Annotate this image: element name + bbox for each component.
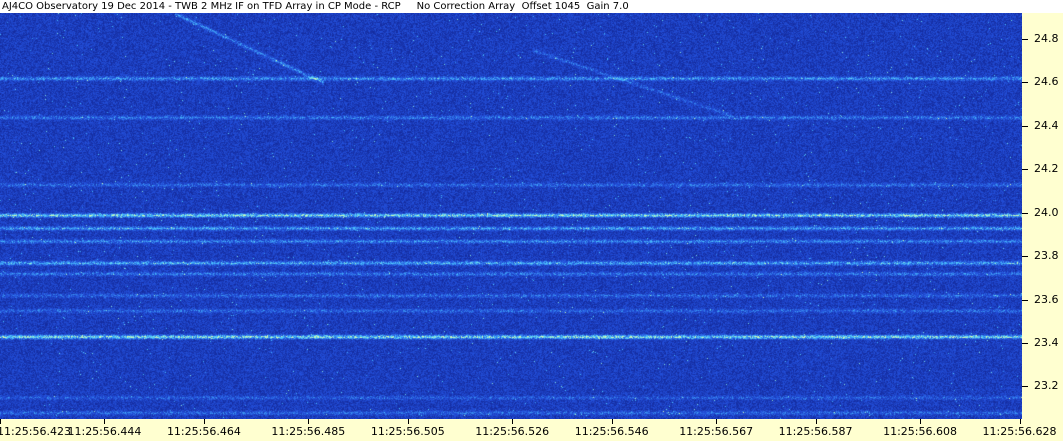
y-tick-label: 24.4 [1034,118,1059,132]
x-tick-mark [0,419,1,424]
y-tick-mark [1022,299,1028,301]
x-tick-label: 11:25:56.423 [0,425,71,438]
time-axis: 11:25:56.423 11:25:56.444 11:25:56.464 11:2… [0,419,1063,441]
x-tick-label: 11:25:56.608 [883,425,957,438]
x-tick-mark [1019,419,1021,424]
y-tick-mark [1022,386,1028,388]
y-tick-mark [1022,212,1028,214]
x-tick-mark [104,419,106,424]
x-tick-mark [920,419,922,424]
x-tick-label: 11:25:56.485 [271,425,346,438]
x-tick-label: 11:25:56.567 [679,425,754,438]
y-tick-mark [1022,343,1028,344]
y-tick-mark [1022,125,1028,127]
y-tick-label: 24.2 [1034,162,1059,176]
x-tick-label: 11:25:56.444 [67,425,142,438]
y-tick-mark [1022,39,1028,41]
y-tick-label: 23.6 [1034,292,1059,306]
x-tick-label: 11:25:56.526 [475,425,550,438]
x-tick-mark [611,419,613,424]
x-tick-mark [203,419,205,424]
plot-title-bar: AJ4CO Observatory 19 Dec 2014 - TWB 2 MH… [0,0,1063,13]
x-tick-label: 11:25:56.587 [778,425,853,438]
x-tick-label: 11:25:56.628 [982,425,1057,438]
x-tick-mark [308,419,310,424]
plot-title: AJ4CO Observatory 19 Dec 2014 - TWB 2 MH… [2,1,629,12]
y-tick-mark [1022,169,1028,171]
y-tick-mark [1022,256,1028,258]
y-tick-label: 24.6 [1034,75,1059,89]
x-tick-label: 11:25:56.464 [166,425,241,438]
x-tick-label: 11:25:56.546 [574,425,649,438]
x-tick-mark [815,419,817,424]
frequency-axis: 24.8 24.6 24.4 24.2 24.0 23.8 23.6 23.4 23.2 [1022,13,1063,419]
spectrogram-plot [0,13,1022,419]
y-tick-mark [1022,82,1028,84]
y-tick-label: 24.8 [1034,32,1059,46]
y-tick-label: 23.4 [1034,336,1059,349]
x-tick-label: 11:25:56.505 [370,425,445,438]
x-tick-mark [407,419,409,424]
y-tick-label: 23.2 [1034,379,1059,393]
x-tick-mark [512,419,514,424]
x-tick-mark [716,419,718,424]
y-tick-label: 23.8 [1034,249,1059,263]
y-tick-label: 24.0 [1034,205,1059,219]
